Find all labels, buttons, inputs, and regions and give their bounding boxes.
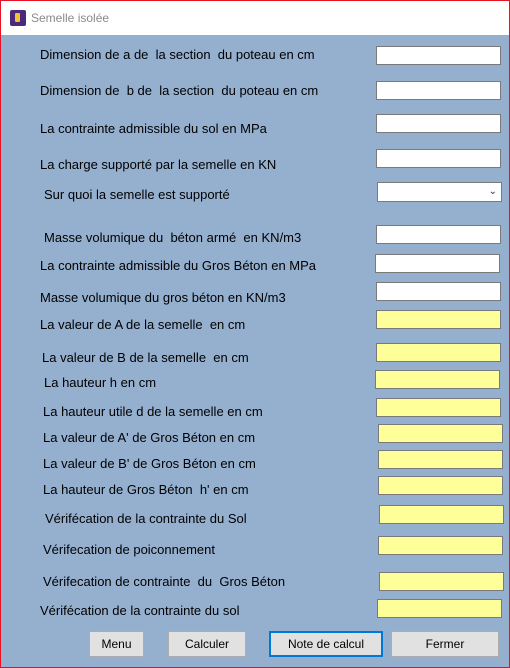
label-valeur-A-gros: La valeur de A' de Gros Béton en cm bbox=[43, 430, 256, 445]
menu-button[interactable]: Menu bbox=[89, 631, 144, 657]
input-b-poteau[interactable] bbox=[376, 81, 501, 100]
app-window: Semelle isolée Dimension de a de la sect… bbox=[0, 0, 510, 668]
result-valeur-A[interactable] bbox=[376, 310, 501, 329]
label-b-poteau: Dimension de b de la section du poteau e… bbox=[40, 83, 319, 98]
label-verif-contrainte-sol: Vérifécation de la contrainte du Sol bbox=[45, 511, 247, 526]
label-masse-gros-beton: Masse volumique du gros béton en KN/m3 bbox=[40, 290, 286, 305]
calculer-button[interactable]: Calculer bbox=[168, 631, 246, 657]
title-bar: Semelle isolée bbox=[1, 1, 509, 35]
label-verif-poinconnement: Vérifecation de poiconnement bbox=[43, 542, 216, 557]
label-contrainte-sol: La contrainte admissible du sol en MPa bbox=[40, 121, 267, 136]
label-a-poteau: Dimension de a de la section du poteau e… bbox=[40, 47, 315, 62]
label-masse-beton-arme: Masse volumique du béton armé en KN/m3 bbox=[44, 230, 302, 245]
input-contrainte-sol[interactable] bbox=[376, 114, 501, 133]
label-valeur-B-gros: La valeur de B' de Gros Béton en cm bbox=[43, 456, 256, 471]
input-charge[interactable] bbox=[376, 149, 501, 168]
result-valeur-B[interactable] bbox=[376, 343, 501, 362]
result-hauteur-h[interactable] bbox=[375, 370, 500, 389]
result-valeur-B-gros[interactable] bbox=[378, 450, 503, 469]
fermer-button[interactable]: Fermer bbox=[391, 631, 499, 657]
chevron-down-icon[interactable]: ⌄ bbox=[489, 186, 497, 197]
label-verif-contrainte-sol2: Vérifécation de la contrainte du sol bbox=[40, 603, 240, 618]
label-hauteur-gros: La hauteur de Gros Béton h' en cm bbox=[43, 482, 249, 497]
input-a-poteau[interactable] bbox=[376, 46, 501, 65]
result-verif-contrainte-sol2[interactable] bbox=[377, 599, 502, 618]
app-icon bbox=[10, 10, 26, 26]
note-de-calcul-button[interactable]: Note de calcul bbox=[269, 631, 383, 657]
label-hauteur-utile: La hauteur utile d de la semelle en cm bbox=[43, 404, 263, 419]
input-masse-gros-beton[interactable] bbox=[376, 282, 501, 301]
label-charge: La charge supporté par la semelle en KN bbox=[40, 157, 277, 172]
select-support[interactable]: ⌄ bbox=[377, 182, 502, 202]
result-hauteur-utile[interactable] bbox=[376, 398, 501, 417]
result-verif-contrainte-sol[interactable] bbox=[379, 505, 504, 524]
label-verif-contrainte-gros: Vérifecation de contrainte du Gros Béton bbox=[43, 574, 286, 589]
result-hauteur-gros[interactable] bbox=[378, 476, 503, 495]
window-title: Semelle isolée bbox=[31, 11, 110, 25]
label-valeur-B: La valeur de B de la semelle en cm bbox=[42, 350, 249, 365]
label-contrainte-gros-beton: La contrainte admissible du Gros Béton e… bbox=[40, 258, 317, 273]
result-valeur-A-gros[interactable] bbox=[378, 424, 503, 443]
label-valeur-A: La valeur de A de la semelle en cm bbox=[40, 317, 246, 332]
label-hauteur-h: La hauteur h en cm bbox=[44, 375, 157, 390]
input-contrainte-gros-beton[interactable] bbox=[375, 254, 500, 273]
input-masse-beton-arme[interactable] bbox=[376, 225, 501, 244]
result-verif-contrainte-gros[interactable] bbox=[379, 572, 504, 591]
result-verif-poinconnement[interactable] bbox=[378, 536, 503, 555]
label-support: Sur quoi la semelle est supporté bbox=[44, 187, 230, 202]
